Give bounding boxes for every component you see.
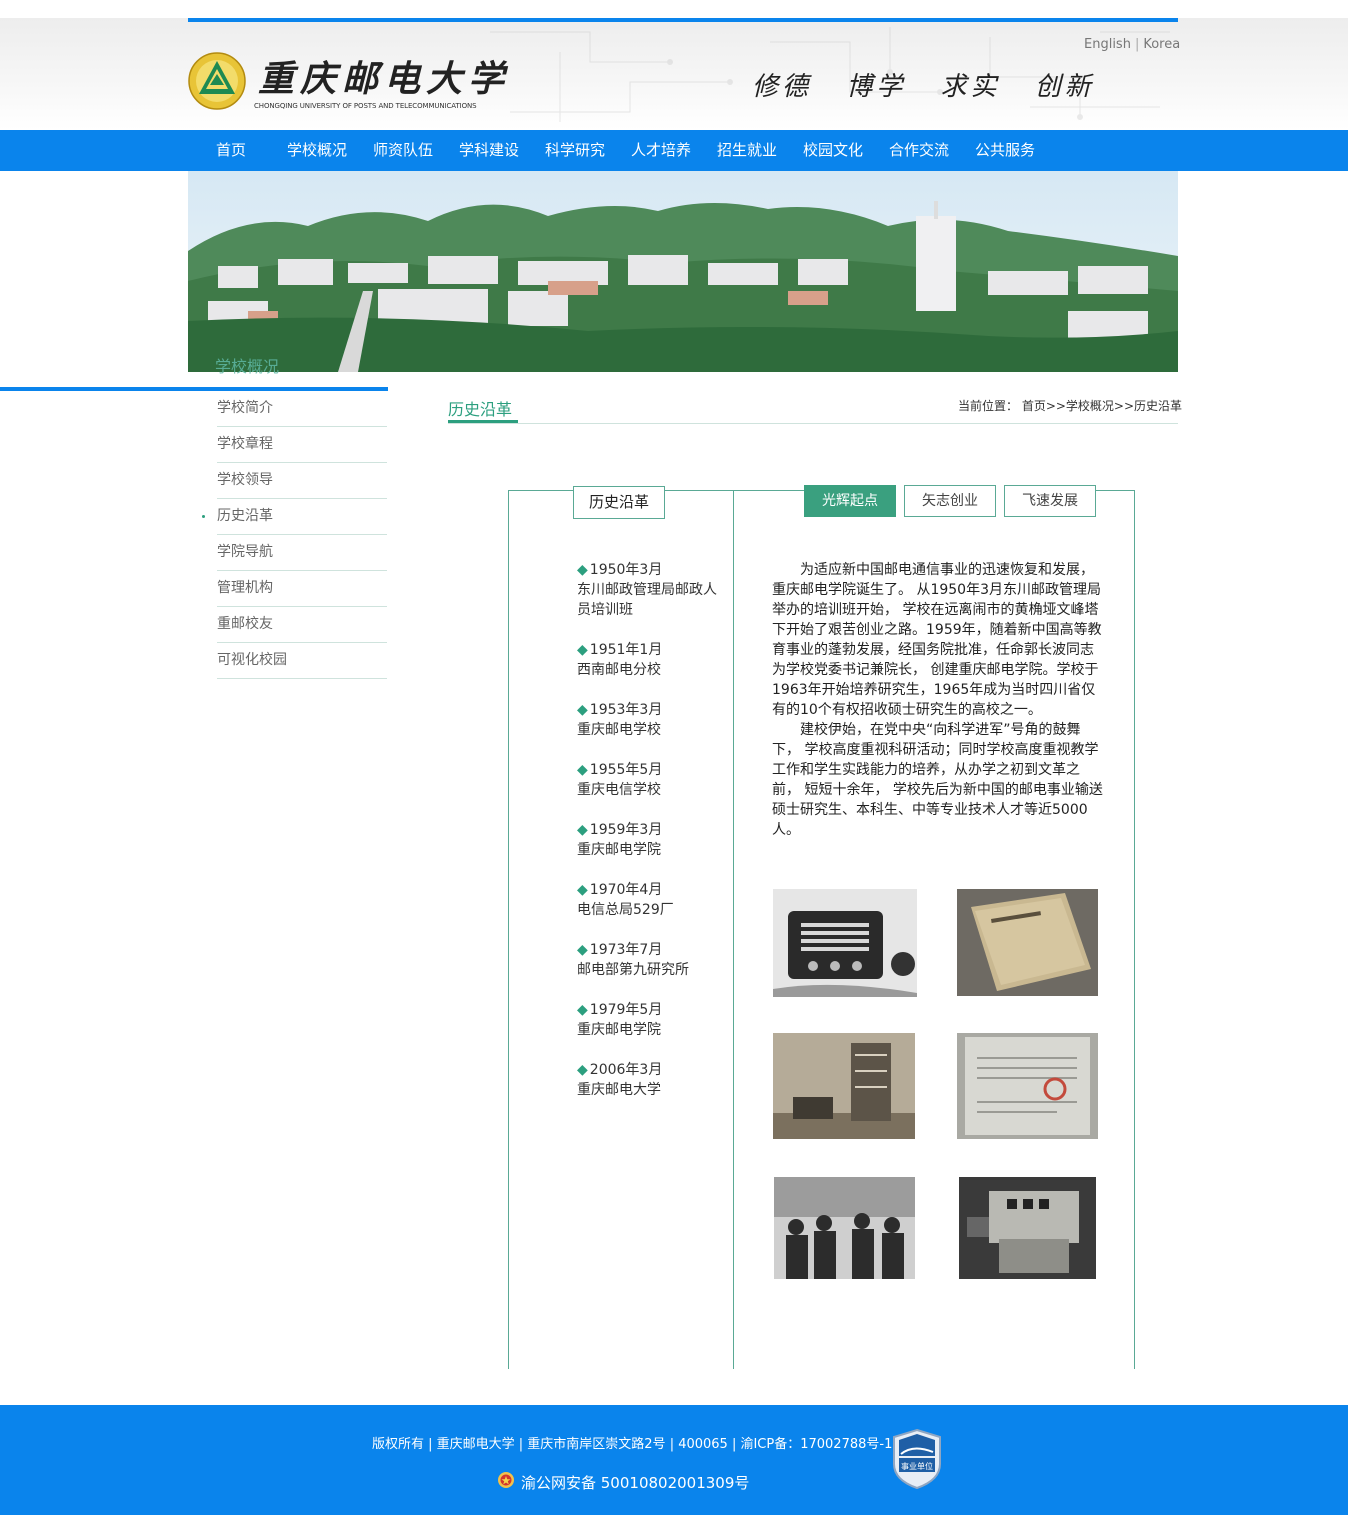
nav-item-home[interactable]: 首页 <box>216 130 246 171</box>
tab-pioneering[interactable]: 矢志创业 <box>904 485 996 517</box>
school-name: 重庆邮电大学 <box>258 58 511 100</box>
public-institution-badge[interactable]: 事业单位 <box>891 1428 943 1490</box>
footer-police-record[interactable]: 渝公网安备 50010802001309号 <box>521 1472 749 1493</box>
nav-item-research[interactable]: 科学研究 <box>545 130 605 171</box>
box-top-border-right <box>1096 490 1135 491</box>
sidebar-item-alumni[interactable]: 重邮校友 <box>217 607 387 643</box>
language-switch: English | Korea <box>1084 37 1180 52</box>
timeline-name: 电信总局529厂 <box>577 902 674 918</box>
sidebar-item-leadership[interactable]: 学校领导 <box>217 463 387 499</box>
nav-item-public-service[interactable]: 公共服务 <box>975 130 1035 171</box>
timeline-date: 1951年1月 <box>577 640 717 660</box>
box-right-border <box>1134 490 1135 1369</box>
sidebar-menu: 学校简介 学校章程 学校领导 历史沿革 学院导航 管理机构 重邮校友 可视化校园 <box>202 391 387 679</box>
sidebar-item-colleges[interactable]: 学院导航 <box>217 535 387 571</box>
timeline-date: 1953年3月 <box>577 700 717 720</box>
history-box-label: 历史沿革 <box>573 486 665 519</box>
title-rule <box>448 423 1178 424</box>
nav-item-education[interactable]: 人才培养 <box>631 130 691 171</box>
sidebar-item-visual-campus[interactable]: 可视化校园 <box>217 643 387 679</box>
sidebar-item-history[interactable]: 历史沿革 <box>202 499 387 535</box>
story-paragraph: 为适应新中国邮电通信事业的迅速恢复和发展，重庆邮电学院诞生了。 从1950年3月… <box>772 562 1102 718</box>
timeline-item[interactable]: 1951年1月西南邮电分校 <box>577 640 717 680</box>
box-top-border-mid <box>665 490 804 491</box>
lang-korea-link[interactable]: Korea <box>1143 37 1180 52</box>
timeline-item[interactable]: 1950年3月东川邮政管理局邮政人员培训班 <box>577 560 717 620</box>
timeline-date: 1970年4月 <box>577 880 717 900</box>
timeline-item[interactable]: 1973年7月邮电部第九研究所 <box>577 940 717 980</box>
history-photo-book[interactable] <box>957 889 1098 996</box>
history-story: 为适应新中国邮电通信事业的迅速恢复和发展，重庆邮电学院诞生了。 从1950年3月… <box>772 560 1107 840</box>
timeline-date: 1950年3月 <box>577 560 717 580</box>
history-photo-equipment[interactable] <box>773 1033 915 1139</box>
page: 重庆邮电大学 CHONGQING UNIVERSITY OF POSTS AND… <box>0 0 1348 1515</box>
lang-english-link[interactable]: English <box>1084 37 1131 52</box>
nav-item-cooperation[interactable]: 合作交流 <box>889 130 949 171</box>
box-left-border <box>508 490 509 1369</box>
badge-label: 事业单位 <box>901 1461 933 1471</box>
timeline-name: 邮电部第九研究所 <box>577 962 689 978</box>
title-underline <box>448 420 518 423</box>
box-top-border-left <box>508 490 573 491</box>
sidebar-item-administration[interactable]: 管理机构 <box>217 571 387 607</box>
breadcrumb: 当前位置： 首页>>学校概况>>历史沿革 <box>958 399 1183 413</box>
tab-rapid-development[interactable]: 飞速发展 <box>1004 485 1096 517</box>
timeline-item[interactable]: 1953年3月重庆邮电学校 <box>577 700 717 740</box>
nav-item-faculty[interactable]: 师资队伍 <box>373 130 433 171</box>
timeline-item[interactable]: 2006年3月重庆邮电大学 <box>577 1060 717 1100</box>
page-title: 历史沿革 <box>448 400 513 419</box>
history-photo-students[interactable] <box>774 1177 915 1279</box>
sidebar-item-intro[interactable]: 学校简介 <box>217 391 387 427</box>
timeline-name: 重庆邮电大学 <box>577 1082 661 1098</box>
timeline-name: 重庆邮电学校 <box>577 722 661 738</box>
timeline-item[interactable]: 1970年4月电信总局529厂 <box>577 880 717 920</box>
footer <box>0 1405 1348 1515</box>
university-emblem-icon <box>188 52 246 110</box>
timeline-date: 1955年5月 <box>577 760 717 780</box>
history-photo-document[interactable] <box>957 1033 1098 1139</box>
timeline-name: 东川邮政管理局邮政人员培训班 <box>577 582 717 618</box>
history-photo-machine[interactable] <box>959 1177 1096 1279</box>
campus-panorama-image <box>188 171 1178 372</box>
public-institution-icon: 事业单位 <box>893 1428 941 1490</box>
timeline-name: 重庆邮电学院 <box>577 842 661 858</box>
nav-item-culture[interactable]: 校园文化 <box>803 130 863 171</box>
main-nav: 首页 学校概况 师资队伍 学科建设 科学研究 人才培养 招生就业 校园文化 合作… <box>0 130 1348 171</box>
timeline-item[interactable]: 1979年5月重庆邮电学院 <box>577 1000 717 1040</box>
campus-banner <box>188 171 1178 372</box>
university-logo[interactable]: 重庆邮电大学 CHONGQING UNIVERSITY OF POSTS AND… <box>188 50 504 114</box>
police-badge-icon[interactable] <box>497 1471 515 1489</box>
timeline-date: 2006年3月 <box>577 1060 717 1080</box>
timeline-date: 1959年3月 <box>577 820 717 840</box>
timeline-item[interactable]: 1959年3月重庆邮电学院 <box>577 820 717 860</box>
story-paragraph: 建校伊始，在党中央“向科学进军”号角的鼓舞下， 学校高度重视科研活动；同时学校高… <box>772 722 1103 838</box>
box-divider <box>733 490 734 1369</box>
school-name-en: CHONGQING UNIVERSITY OF POSTS AND TELECO… <box>254 102 477 110</box>
banner-caption: 学校概况 <box>215 357 280 376</box>
school-motto: 修德 博学 求实 创新 <box>752 72 1095 102</box>
header-top-line <box>188 18 1178 22</box>
timeline-name: 重庆邮电学院 <box>577 1022 661 1038</box>
tab-glorious-start[interactable]: 光辉起点 <box>804 485 896 517</box>
timeline-item[interactable]: 1955年5月重庆电信学校 <box>577 760 717 800</box>
nav-item-disciplines[interactable]: 学科建设 <box>459 130 519 171</box>
nav-item-overview[interactable]: 学校概况 <box>287 130 347 171</box>
timeline-date: 1979年5月 <box>577 1000 717 1020</box>
history-timeline: 1950年3月东川邮政管理局邮政人员培训班 1951年1月西南邮电分校 1953… <box>577 560 717 1120</box>
lang-separator: | <box>1134 37 1140 52</box>
timeline-name: 重庆电信学校 <box>577 782 661 798</box>
footer-copyright: 版权所有 | 重庆邮电大学 | 重庆市南岸区崇文路2号 | 400065 | 渝… <box>372 1437 893 1452</box>
nav-item-admissions[interactable]: 招生就业 <box>717 130 777 171</box>
timeline-date: 1973年7月 <box>577 940 717 960</box>
history-photo-radio[interactable] <box>773 889 917 997</box>
sidebar-item-charter[interactable]: 学校章程 <box>217 427 387 463</box>
timeline-name: 西南邮电分校 <box>577 662 661 678</box>
